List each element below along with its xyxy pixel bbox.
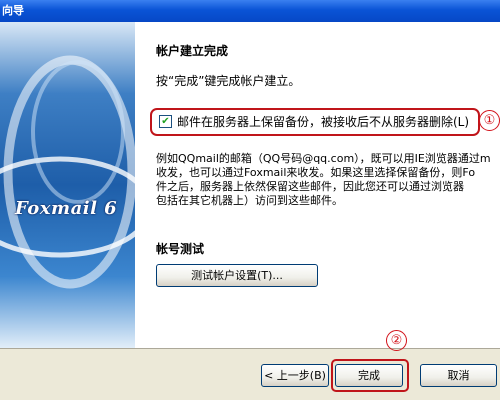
window-title: 向导 xyxy=(2,4,24,17)
keep-copy-highlight: ✔ 邮件在服务器上保留备份，被接收后不从服务器删除(L) xyxy=(150,108,480,136)
foxmail-logo: Foxmail 6 xyxy=(15,198,118,219)
finish-button[interactable]: 完成 xyxy=(335,364,403,387)
test-account-button[interactable]: 测试帐户设置(T)... xyxy=(156,264,318,287)
annotation-marker-1: ① xyxy=(479,110,500,131)
annotation-marker-2: ② xyxy=(386,330,407,351)
instruction-text: 按“完成”键完成帐户建立。 xyxy=(156,74,301,88)
keep-copy-checkbox[interactable]: ✔ xyxy=(159,115,172,128)
back-button[interactable]: < 上一步(B) xyxy=(261,364,329,387)
keep-copy-label[interactable]: 邮件在服务器上保留备份，被接收后不从服务器删除(L) xyxy=(177,113,469,130)
page-heading: 帐户建立完成 xyxy=(156,44,229,58)
description-text: 例如QQmail的邮箱（QQ号码@qq.com），既可以用IE浏览器通过m 收发… xyxy=(156,152,491,207)
footer-divider xyxy=(0,348,500,349)
cancel-button[interactable]: 取消 xyxy=(420,364,497,387)
wizard-page: 帐户建立完成 按“完成”键完成帐户建立。 ✔ 邮件在服务器上保留备份，被接收后不… xyxy=(135,22,500,348)
title-bar: 向导 xyxy=(0,0,500,22)
swirl-graphic xyxy=(0,55,135,289)
foxmail-banner: Foxmail 6 xyxy=(0,22,135,348)
account-test-heading: 帐号测试 xyxy=(156,242,205,256)
